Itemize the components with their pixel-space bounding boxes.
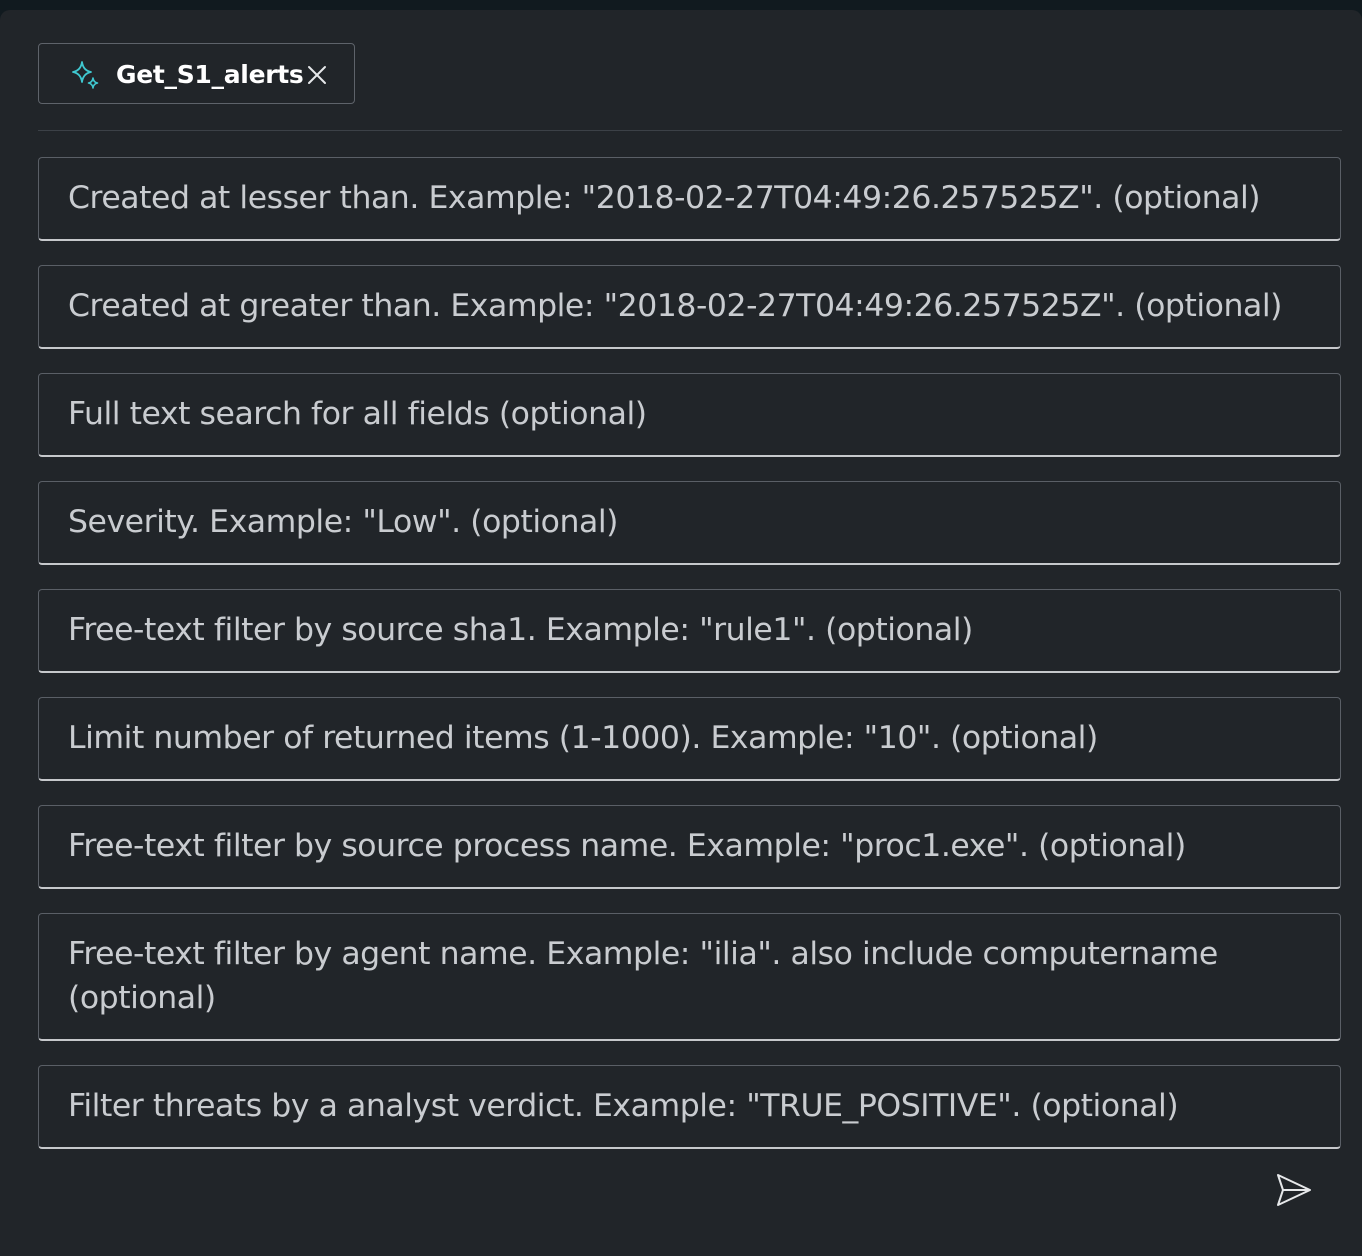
source-sha1-field[interactable]: Free-text filter by source sha1. Example… — [38, 589, 1341, 673]
source-process-name-field[interactable]: Free-text filter by source process name.… — [38, 805, 1341, 889]
field-placeholder: Limit number of returned items (1-1000).… — [68, 720, 1098, 756]
field-placeholder: Severity. Example: "Low". (optional) — [68, 504, 618, 540]
sparkle-icon — [68, 58, 102, 92]
full-text-search-field[interactable]: Full text search for all fields (optiona… — [38, 373, 1341, 457]
plugin-chip: Get_S1_alerts — [38, 43, 355, 104]
field-placeholder: Created at lesser than. Example: "2018-0… — [68, 180, 1261, 216]
field-placeholder: Full text search for all fields (optiona… — [68, 396, 647, 432]
field-placeholder: Created at greater than. Example: "2018-… — [68, 288, 1282, 324]
send-icon[interactable] — [1274, 1172, 1314, 1208]
agent-name-field[interactable]: Free-text filter by agent name. Example:… — [38, 913, 1341, 1041]
close-icon[interactable] — [305, 63, 329, 87]
analyst-verdict-field[interactable]: Filter threats by a analyst verdict. Exa… — [38, 1065, 1341, 1149]
field-placeholder: Free-text filter by agent name. Example:… — [68, 936, 1218, 1016]
field-placeholder: Filter threats by a analyst verdict. Exa… — [68, 1088, 1179, 1124]
limit-field[interactable]: Limit number of returned items (1-1000).… — [38, 697, 1341, 781]
field-placeholder: Free-text filter by source process name.… — [68, 828, 1186, 864]
severity-field[interactable]: Severity. Example: "Low". (optional) — [38, 481, 1341, 565]
created-gt-field[interactable]: Created at greater than. Example: "2018-… — [38, 265, 1341, 349]
plugin-chip-label: Get_S1_alerts — [116, 60, 304, 89]
prompt-panel: Get_S1_alerts Created at lesser than. Ex… — [0, 10, 1362, 1256]
divider — [38, 130, 1342, 131]
field-placeholder: Free-text filter by source sha1. Example… — [68, 612, 973, 648]
created-lt-field[interactable]: Created at lesser than. Example: "2018-0… — [38, 157, 1341, 241]
